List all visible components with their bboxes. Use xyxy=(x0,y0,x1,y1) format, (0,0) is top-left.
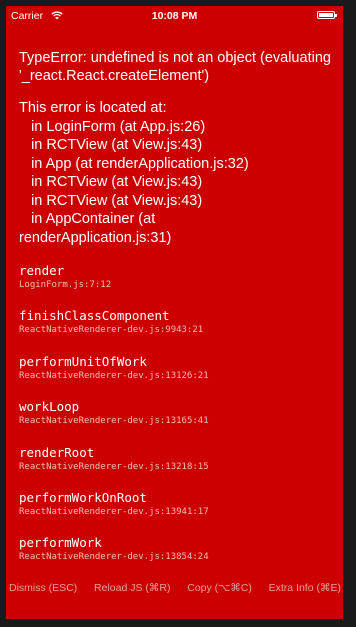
location-line: renderApplication.js:31) xyxy=(19,229,172,246)
error-location: This error is located at: in LoginForm (… xyxy=(19,99,337,247)
location-header: This error is located at: xyxy=(19,100,167,116)
extra-info-button[interactable]: Extra Info (⌘E) xyxy=(269,582,341,594)
stack-frame[interactable]: render LoginForm.js:7:12 xyxy=(19,263,337,308)
stack-frame[interactable]: finishClassComponent ReactNativeRenderer… xyxy=(19,308,337,353)
stack-frame[interactable]: performUnitOfWork ReactNativeRenderer-de… xyxy=(19,354,337,399)
location-line: in LoginForm (at App.js:26) xyxy=(19,118,206,135)
frame-function: performWork xyxy=(19,535,102,551)
frame-function: performWorkOnRoot xyxy=(19,489,147,505)
location-line: in RCTView (at View.js:43) xyxy=(19,192,203,209)
battery-icon xyxy=(317,11,337,19)
redbox-toolbar: Dismiss (ESC) Reload JS (⌘R) Copy (⌥⌘C) … xyxy=(6,570,343,606)
frame-function: performUnitOfWork xyxy=(19,353,147,369)
frame-location: LoginForm.js:7:12 xyxy=(19,280,112,290)
frame-location: ReactNativeRenderer-dev.js:13126:21 xyxy=(19,370,209,381)
dismiss-button[interactable]: Dismiss (ESC) xyxy=(9,582,77,594)
stack-frame[interactable]: workLoop ReactNativeRenderer-dev.js:1316… xyxy=(19,399,337,444)
frame-function: finishClassComponent xyxy=(19,308,170,324)
reload-button[interactable]: Reload JS (⌘R) xyxy=(94,582,170,594)
stack-trace[interactable]: render LoginForm.js:7:12 finishClassComp… xyxy=(19,263,337,561)
location-line: in RCTView (at View.js:43) xyxy=(19,137,203,153)
location-line: in RCTView (at View.js:43) xyxy=(19,174,203,190)
frame-location: ReactNativeRenderer-dev.js:13218:15 xyxy=(19,461,209,472)
stack-frame[interactable]: renderRoot ReactNativeRenderer-dev.js:13… xyxy=(19,445,337,490)
frame-location: ReactNativeRenderer-dev.js:13941:17 xyxy=(19,506,209,517)
copy-button[interactable]: Copy (⌥⌘C) xyxy=(187,582,252,594)
battery-fill xyxy=(319,13,333,17)
location-line: in AppContainer (at xyxy=(19,211,156,227)
frame-location: ReactNativeRenderer-dev.js:9943:21 xyxy=(19,325,204,336)
location-line: in App (at renderApplication.js:32) xyxy=(19,155,249,172)
redbox-screen: Carrier 10:08 PM TypeError: undefined is… xyxy=(6,6,343,619)
stack-frame[interactable]: performWork ReactNativeRenderer-dev.js:1… xyxy=(19,535,337,561)
status-bar: Carrier 10:08 PM xyxy=(6,6,343,24)
error-message: TypeError: undefined is not an object (e… xyxy=(19,50,335,84)
status-time: 10:08 PM xyxy=(151,10,198,22)
frame-function: workLoop xyxy=(19,399,80,415)
frame-location: ReactNativeRenderer-dev.js:13854:24 xyxy=(19,552,209,561)
stack-frame[interactable]: performWorkOnRoot ReactNativeRenderer-de… xyxy=(19,490,337,535)
frame-location: ReactNativeRenderer-dev.js:13165:41 xyxy=(19,416,209,427)
frame-function: render xyxy=(19,263,65,278)
frame-function: renderRoot xyxy=(19,444,95,460)
